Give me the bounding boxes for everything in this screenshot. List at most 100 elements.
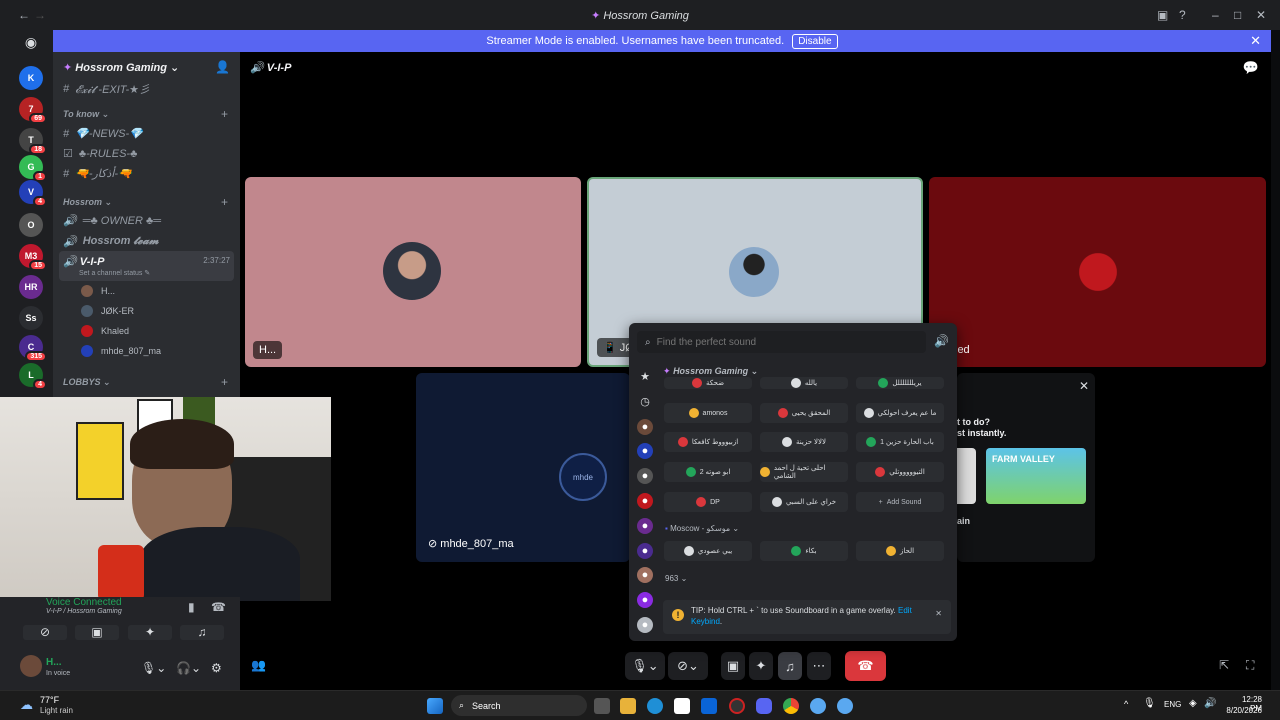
channel-hossrom-team[interactable]: 🔊 Hossrom 𝓽𝓮𝓪𝓶 xyxy=(63,235,159,248)
disconnect-icon[interactable]: ☎ xyxy=(211,600,226,614)
activities-button[interactable]: ✦ xyxy=(749,652,773,680)
activity-card[interactable] xyxy=(957,448,976,504)
discord-home-icon[interactable]: ◉ xyxy=(20,34,42,50)
category-to-know[interactable]: To know ⌄ xyxy=(63,109,109,120)
soundboard-search[interactable]: ⌕ xyxy=(637,331,926,353)
taskbar-search[interactable]: ⌕ Search xyxy=(451,695,587,716)
server-icon[interactable]: ● xyxy=(637,468,653,485)
server-icon[interactable]: ● xyxy=(637,418,653,435)
maximize-icon[interactable]: □ xyxy=(1234,8,1241,22)
sound-button[interactable]: المحقق يحيى xyxy=(760,403,848,423)
sound-button[interactable]: ازبيوووط كافعكا xyxy=(664,432,752,452)
file-explorer-icon[interactable] xyxy=(620,698,636,714)
server-name-header[interactable]: ✦ Hossrom Gaming ⌄ xyxy=(63,61,179,74)
server-icon[interactable]: ● xyxy=(637,443,653,460)
camera-control-button[interactable]: ⊘ ⌄ xyxy=(668,652,708,680)
channel-vip-active[interactable]: 🔊 V-I-P 2:37:27 Set a channel status ✎ xyxy=(59,251,234,281)
app-icon[interactable] xyxy=(837,698,853,714)
close-banner-icon[interactable]: ✕ xyxy=(1250,33,1261,49)
sound-button[interactable]: يريلللللللل xyxy=(856,377,944,389)
edge-icon[interactable] xyxy=(647,698,663,714)
server-icon[interactable]: T 18 xyxy=(19,128,47,155)
add-member-icon[interactable]: 👤 xyxy=(215,60,230,74)
soundboard-section-hossrom[interactable]: ✦ Hossrom Gaming ⌄ xyxy=(663,366,758,377)
sound-button[interactable]: ضحكة xyxy=(664,377,752,389)
signal-icon[interactable]: ▮ xyxy=(188,600,195,614)
app-icon[interactable] xyxy=(729,698,745,714)
server-icon[interactable]: 7 69 xyxy=(19,97,47,124)
sound-button[interactable]: ما عم يعرف احولكي xyxy=(856,403,944,423)
minimize-icon[interactable]: – xyxy=(1212,8,1219,22)
video-tile[interactable]: H... xyxy=(245,177,581,367)
server-icon[interactable]: ● xyxy=(637,517,653,534)
windows-start-icon[interactable] xyxy=(427,698,443,714)
add-channel-icon[interactable]: + xyxy=(221,195,228,209)
server-icon[interactable]: M3 15 xyxy=(19,244,47,271)
add-channel-icon[interactable]: + xyxy=(221,375,228,389)
popout-icon[interactable]: ⇱ xyxy=(1219,658,1229,672)
server-icon[interactable]: ● xyxy=(637,493,653,509)
sound-button[interactable]: باب الحارة حزين 1 xyxy=(856,432,944,452)
microphone-icon[interactable]: 🎙 xyxy=(1143,698,1156,709)
server-icon[interactable]: ● xyxy=(637,542,653,559)
soundboard-search-input[interactable] xyxy=(656,336,907,348)
help-icon[interactable]: ? xyxy=(1179,8,1186,22)
sound-button[interactable]: يالله xyxy=(760,377,848,389)
microphone-icon[interactable]: 🎙⌄ xyxy=(141,661,166,675)
server-icon[interactable]: Ss xyxy=(19,306,43,330)
soundboard-section-moscow[interactable]: ▪ Moscow - موسكو ⌄ xyxy=(665,524,739,533)
favorites-icon[interactable]: ★ xyxy=(637,369,653,385)
more-options-button[interactable]: ⋯ xyxy=(807,652,831,680)
task-view-icon[interactable] xyxy=(594,698,610,714)
soundboard-section-963[interactable]: 963 ⌄ xyxy=(665,574,687,583)
voice-user[interactable]: H... xyxy=(81,285,115,297)
screen-share-button[interactable]: ▣ xyxy=(721,652,745,680)
soundboard-button[interactable]: ♫ xyxy=(778,652,802,680)
voice-user[interactable]: Khaled xyxy=(81,325,129,337)
chrome-icon[interactable] xyxy=(783,698,799,714)
inbox-icon[interactable]: ▣ xyxy=(1157,8,1168,22)
recent-icon[interactable]: ◷ xyxy=(637,394,653,410)
store-icon[interactable] xyxy=(674,698,690,714)
sound-button[interactable]: ابو صوته 2 xyxy=(664,462,752,482)
close-window-icon[interactable]: ✕ xyxy=(1256,8,1266,22)
close-activities-icon[interactable]: ✕ xyxy=(1079,379,1089,393)
sound-button[interactable]: التيوووووتلي xyxy=(856,462,944,482)
network-icon[interactable]: ◈ xyxy=(1189,698,1197,709)
soundboard-toggle-button[interactable]: ♫ xyxy=(180,625,224,640)
sound-button[interactable]: الحاز xyxy=(856,541,944,561)
volume-icon[interactable]: 🔊 xyxy=(934,334,949,348)
server-icon[interactable]: K xyxy=(19,66,43,90)
server-icon[interactable]: L4 xyxy=(19,363,47,390)
channel-rules[interactable]: ☑ ♣-RULES-♣ xyxy=(63,147,137,161)
mic-control-button[interactable]: 🎙 ⌄ xyxy=(625,652,665,680)
server-icon[interactable]: O xyxy=(19,213,43,237)
voice-user[interactable]: JØK-ER xyxy=(81,305,134,317)
sound-button[interactable]: خراي على السبي xyxy=(760,492,848,512)
server-icon[interactable]: ● xyxy=(637,567,653,584)
server-icon[interactable]: HR xyxy=(19,275,43,299)
add-channel-icon[interactable]: + xyxy=(221,107,228,121)
headphones-icon[interactable]: 🎧⌄ xyxy=(176,661,201,675)
volume-icon[interactable]: 🔊 xyxy=(1204,698,1216,709)
sound-button[interactable]: يبي عصودي xyxy=(664,541,752,561)
fullscreen-icon[interactable]: ⛶ xyxy=(1246,658,1254,673)
set-channel-status[interactable]: Set a channel status ✎ xyxy=(79,269,150,277)
disable-streamer-mode-button[interactable]: Disable xyxy=(792,33,838,49)
sound-button[interactable]: احلى تحية ل احمد الشامي xyxy=(760,462,848,482)
server-icon[interactable]: C 315 xyxy=(19,335,47,362)
channel-azkar[interactable]: # 🔫-أذكار-🔫 xyxy=(63,167,132,181)
disconnect-button[interactable]: ☎ xyxy=(845,651,886,681)
voice-location[interactable]: V-I-P / Hossrom Gaming xyxy=(46,608,122,615)
mail-icon[interactable] xyxy=(701,698,717,714)
avatar[interactable] xyxy=(20,655,42,677)
server-icon[interactable]: ● xyxy=(637,592,653,609)
server-icon[interactable]: G1 xyxy=(19,155,47,182)
discord-taskbar-icon[interactable] xyxy=(756,698,772,714)
voice-user[interactable]: mhde_807_ma xyxy=(81,345,161,357)
sound-button[interactable]: بكاء xyxy=(760,541,848,561)
app-icon[interactable] xyxy=(810,698,826,714)
invite-icon[interactable]: 👥 xyxy=(251,658,266,672)
close-tip-icon[interactable]: ✕ xyxy=(935,608,942,619)
tray-overflow-icon[interactable]: ^ xyxy=(1124,699,1128,709)
